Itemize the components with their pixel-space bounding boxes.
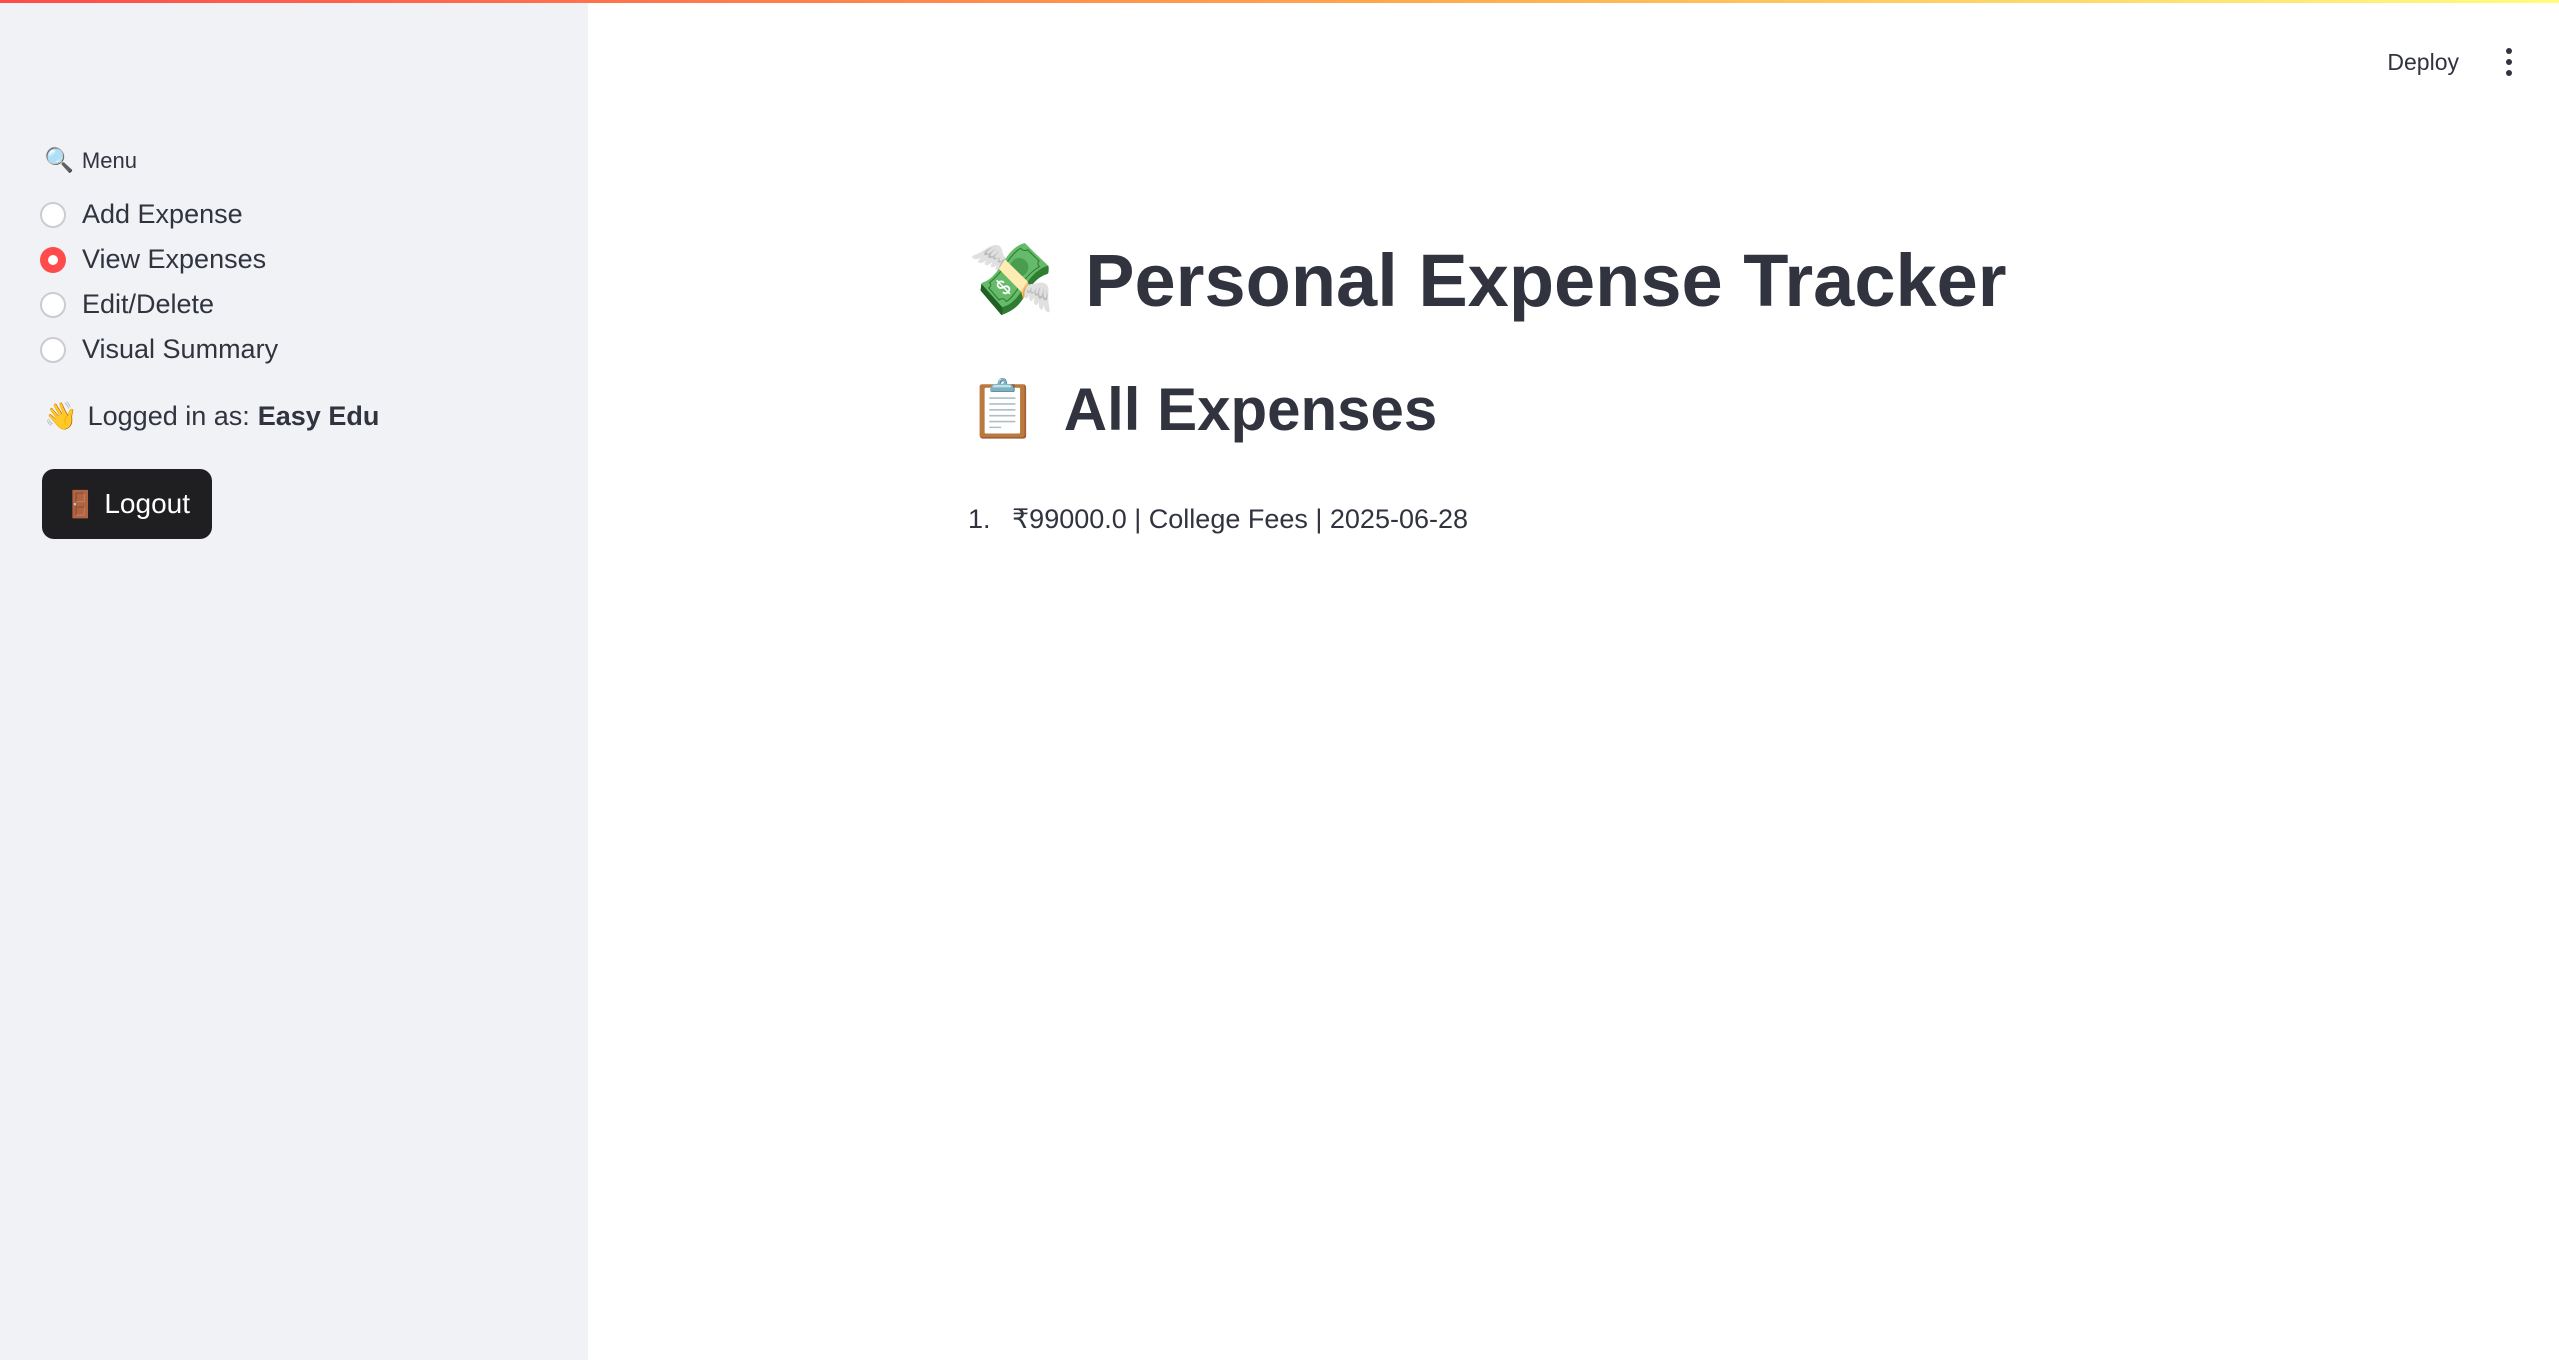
page-title-text: Personal Expense Tracker [1085, 238, 2007, 322]
page-title: 💸 Personal Expense Tracker [968, 220, 2007, 340]
menu-label-text: Menu [81, 147, 137, 173]
clipboard-icon: 📋 [968, 377, 1038, 440]
list-item: 1. ₹99000.0 | College Fees | 2025-06-28 [968, 504, 2007, 535]
radio-option-visual-summary[interactable]: Visual Summary [40, 327, 278, 372]
radio-circle-unselected[interactable] [40, 201, 66, 228]
radio-option-label: View Expenses [82, 244, 267, 274]
deploy-button[interactable]: Deploy [2387, 49, 2459, 76]
logout-button-label: Logout [104, 488, 190, 519]
main-content: 💸 Personal Expense Tracker 📋 All Expense… [968, 220, 2007, 535]
expense-list: 1. ₹99000.0 | College Fees | 2025-06-28 [968, 504, 2007, 535]
kebab-dot [2506, 59, 2512, 65]
section-title: 📋 All Expenses [968, 364, 2007, 454]
logged-in-prefix: Logged in as: [87, 400, 250, 431]
radio-circle-unselected[interactable] [40, 336, 66, 363]
kebab-menu-icon[interactable] [2499, 42, 2519, 82]
radio-option-edit-delete[interactable]: Edit/Delete [40, 282, 278, 327]
radio-circle-selected[interactable] [40, 246, 66, 273]
waving-hand-icon: 👋 [44, 401, 78, 431]
header-toolbar: Deploy [2387, 42, 2519, 82]
radio-circle-unselected[interactable] [40, 291, 66, 318]
radio-option-view-expenses[interactable]: View Expenses [40, 237, 278, 282]
sidebar: 🔍 Menu Add Expense View Expenses Edit/De… [0, 0, 588, 1360]
menu-radio-group: Add Expense View Expenses Edit/Delete Vi… [40, 192, 278, 372]
list-item-number: 1. [968, 503, 991, 534]
door-icon: 🚪 [63, 488, 97, 519]
menu-label: 🔍 Menu [44, 146, 137, 175]
money-with-wings-icon: 💸 [968, 240, 1056, 318]
logged-in-username: Easy Edu [257, 400, 380, 431]
radio-option-label: Visual Summary [82, 334, 279, 364]
search-icon: 🔍 [44, 147, 74, 174]
list-item-text: ₹99000.0 | College Fees | 2025-06-28 [1012, 503, 1469, 534]
kebab-dot [2506, 70, 2512, 76]
section-title-text: All Expenses [1063, 375, 1438, 443]
logged-in-status: 👋 Logged in as: Easy Edu [44, 400, 379, 432]
logout-button[interactable]: 🚪 Logout [42, 469, 212, 539]
kebab-dot [2506, 48, 2512, 54]
top-decoration-bar [0, 0, 2559, 3]
radio-option-add-expense[interactable]: Add Expense [40, 192, 278, 237]
radio-option-label: Edit/Delete [82, 289, 215, 319]
radio-option-label: Add Expense [82, 199, 243, 229]
